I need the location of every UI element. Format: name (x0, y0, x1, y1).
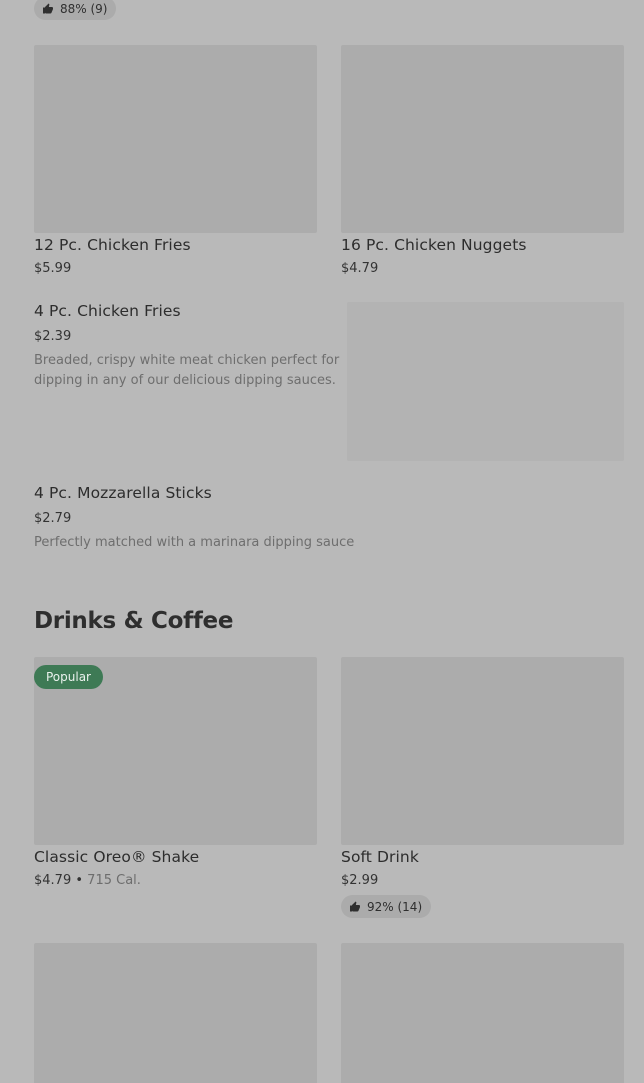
thumbs-up-icon (350, 901, 360, 911)
item-image[interactable] (341, 657, 624, 845)
item-name: Classic Oreo® Shake (34, 848, 200, 866)
item-image[interactable] (34, 45, 317, 233)
item-price: $5.99 (34, 261, 72, 276)
rating-pill: 92% (14) (341, 895, 432, 918)
rating-pill: 88% (9) (34, 0, 117, 20)
item-image[interactable] (347, 302, 624, 461)
item-description: Breaded, crispy white meat chicken perfe… (34, 353, 340, 388)
item-name: Soft Drink (341, 848, 419, 866)
item-image[interactable] (341, 45, 624, 233)
item-price-line: $4.79 • 715 Cal. (34, 873, 141, 888)
item-price: $4.79 (341, 261, 379, 276)
separator: • (75, 873, 84, 888)
item-price: $4.79 (34, 873, 72, 888)
item-name: 4 Pc. Chicken Fries (34, 302, 181, 320)
popular-badge: Popular (34, 665, 103, 689)
item-calories: 715 Cal. (87, 873, 141, 888)
item-price: $2.39 (34, 329, 72, 344)
section-title: Drinks & Coffee (34, 608, 234, 634)
rating-text: 88% (9) (60, 1, 108, 16)
item-name: 12 Pc. Chicken Fries (34, 236, 191, 254)
thumbs-up-icon (43, 3, 53, 13)
item-image[interactable] (341, 943, 624, 1083)
rating-text: 92% (14) (367, 899, 423, 914)
item-price: $2.99 (341, 873, 379, 888)
item-image[interactable] (34, 943, 317, 1083)
item-name: 4 Pc. Mozzarella Sticks (34, 484, 212, 502)
item-name: 16 Pc. Chicken Nuggets (341, 236, 527, 254)
item-price: $2.79 (34, 511, 72, 526)
item-description: Perfectly matched with a marinara dippin… (34, 535, 355, 550)
